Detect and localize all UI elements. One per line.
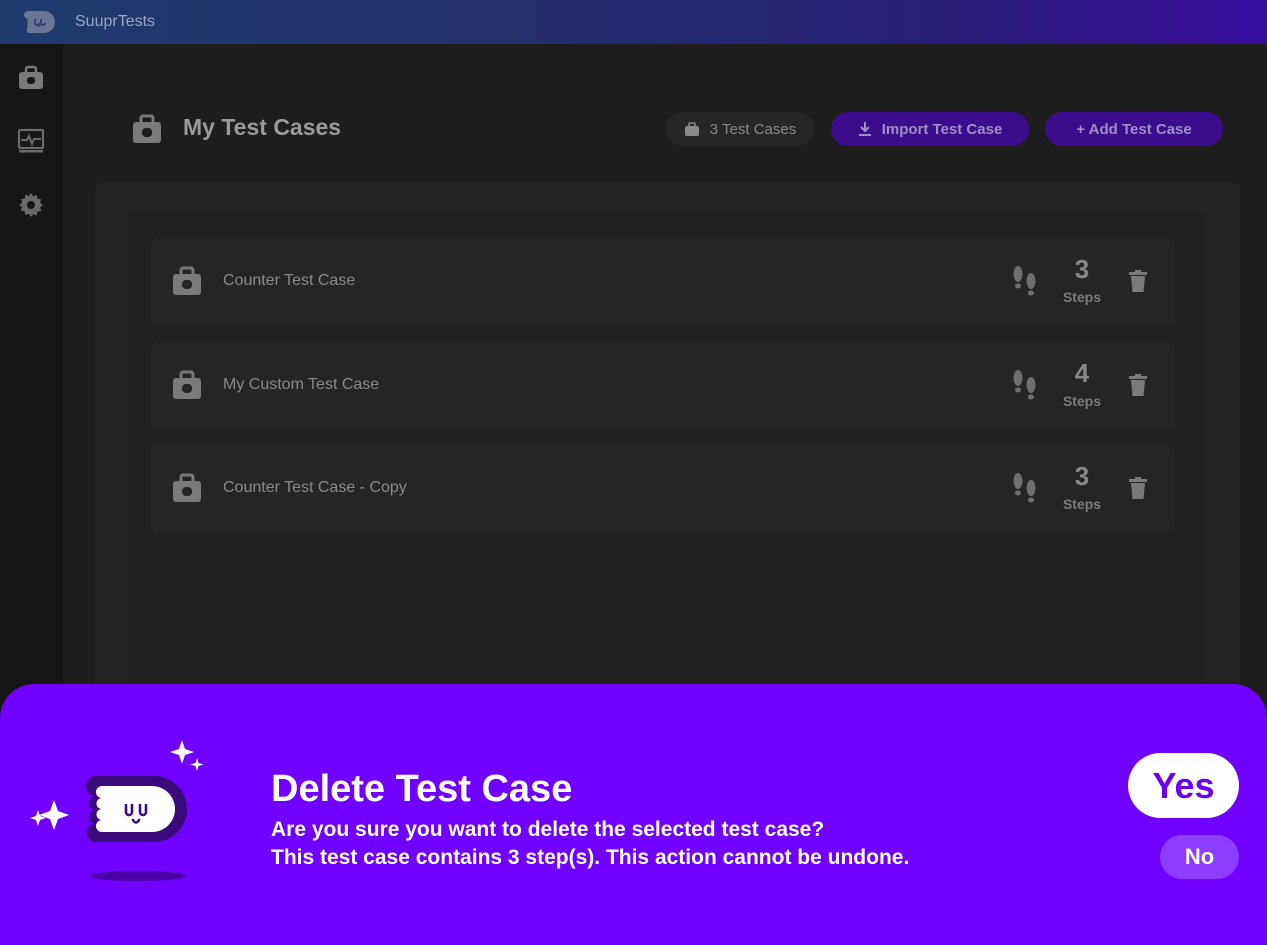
test-case-count: 3 Test Cases: [709, 120, 797, 138]
add-test-case-button[interactable]: + Add Test Case: [1045, 112, 1223, 146]
test-case-name: My Custom Test Case: [223, 376, 380, 393]
step-count: 3: [1074, 461, 1090, 491]
gear-icon[interactable]: [17, 191, 45, 219]
briefcase-icon: [684, 122, 699, 136]
test-case-name: Counter Test Case - Copy: [223, 479, 407, 496]
app-logo-icon: [24, 11, 55, 33]
import-test-case-button[interactable]: Import Test Case: [831, 112, 1029, 146]
test-case-row[interactable]: Counter Test Case - Copy 3 Steps: [151, 445, 1175, 531]
footsteps-icon: [1013, 370, 1036, 400]
step-count: 4: [1074, 358, 1090, 388]
step-count: 3: [1074, 254, 1090, 284]
briefcase-icon: [173, 370, 201, 399]
test-case-row[interactable]: My Custom Test Case 4 Steps: [151, 342, 1175, 428]
footsteps-icon: [1013, 473, 1036, 503]
footsteps-icon: [1013, 266, 1036, 296]
steps-label: Steps: [1062, 496, 1102, 512]
delete-confirmation-dialog: Delete Test Case Are you sure you want t…: [0, 684, 1267, 945]
import-test-case-label: Import Test Case: [881, 120, 1003, 138]
dialog-title: Delete Test Case: [271, 768, 573, 810]
monitor-heartbeat-icon[interactable]: [17, 127, 45, 155]
download-icon: [858, 122, 871, 136]
add-test-case-label: + Add Test Case: [1076, 120, 1192, 138]
no-button[interactable]: No: [1160, 835, 1239, 879]
steps-label: Steps: [1062, 393, 1102, 409]
title-bar: SuuprTests: [0, 0, 1267, 44]
briefcase-icon[interactable]: [17, 64, 45, 92]
trash-icon[interactable]: [1129, 477, 1147, 499]
app-title: SuuprTests: [75, 13, 156, 30]
test-case-count-badge: 3 Test Cases: [666, 112, 814, 146]
steps-label: Steps: [1062, 289, 1102, 305]
dialog-message: Are you sure you want to delete the sele…: [271, 818, 825, 841]
dialog-message-detail: This test case contains 3 step(s). This …: [271, 846, 910, 869]
briefcase-icon: [133, 114, 161, 143]
trash-icon[interactable]: [1129, 270, 1147, 292]
trash-icon[interactable]: [1129, 374, 1147, 396]
mascot-logo-icon: [30, 740, 204, 881]
yes-button[interactable]: Yes: [1128, 753, 1239, 818]
test-case-row[interactable]: Counter Test Case 3 Steps: [151, 238, 1175, 324]
page-title: My Test Cases: [183, 114, 342, 140]
briefcase-icon: [173, 473, 201, 502]
test-case-name: Counter Test Case: [223, 272, 356, 289]
briefcase-icon: [173, 266, 201, 295]
